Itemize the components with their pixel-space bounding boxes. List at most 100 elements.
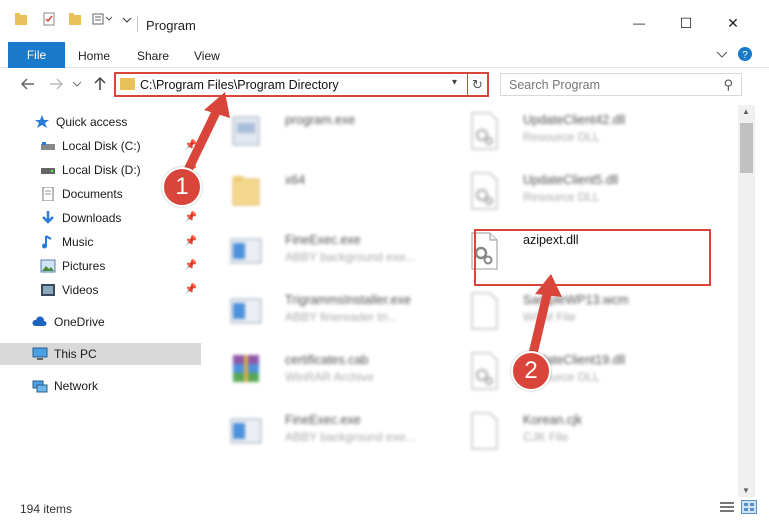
file-description: WCM File: [523, 310, 576, 324]
dll-file-icon: [471, 112, 498, 150]
tab-home[interactable]: Home: [78, 49, 110, 63]
file-description: Resource DLL: [523, 190, 600, 204]
minimize-button[interactable]: —: [624, 13, 654, 33]
file-item[interactable]: FineExec.exe ABBY background exe...: [205, 225, 445, 281]
title-bar: Program — ☐ ✕: [0, 0, 769, 40]
computer-icon: [32, 347, 48, 360]
scroll-up-icon[interactable]: ▲: [742, 107, 750, 116]
forward-arrow-icon[interactable]: [48, 76, 64, 92]
file-description: CJK File: [523, 430, 569, 444]
file-item[interactable]: certificates.cab WinRAR Archive: [205, 345, 445, 401]
search-input[interactable]: Search Program: [509, 78, 600, 92]
scroll-thumb[interactable]: [740, 123, 753, 173]
search-box[interactable]: Search Program ⚲: [500, 73, 742, 96]
pin-icon: 📌: [184, 140, 197, 151]
folder-icon: [232, 176, 260, 206]
address-bar[interactable]: C:\Program Files\Program Directory ▾ ↻: [114, 72, 489, 97]
pin-icon: 📌: [184, 212, 197, 223]
sidebar-item-network[interactable]: Network: [0, 375, 201, 397]
sidebar-item-pictures[interactable]: Pictures 📌: [0, 255, 201, 277]
file-description: WinRAR Archive: [285, 370, 374, 384]
step-badge-1: 1: [162, 167, 202, 207]
sidebar-item-label: Music: [62, 235, 94, 249]
exe-file-icon: [230, 238, 262, 264]
pin-icon: 📌: [184, 236, 197, 247]
svg-text:?: ?: [742, 50, 748, 61]
maximize-button[interactable]: ☐: [671, 13, 701, 33]
ribbon-tabs: File Home Share View ?: [0, 40, 769, 68]
file-description: ABBY background exe...: [285, 430, 416, 444]
file-item[interactable]: UpdateClient5.dll Resource DLL: [443, 165, 683, 221]
cloud-icon: [32, 316, 47, 326]
folder-icon: [120, 78, 135, 90]
new-folder-icon[interactable]: [68, 12, 82, 26]
generic-file-icon: [471, 292, 498, 330]
file-name: x64: [285, 173, 306, 187]
highlight-box: [474, 229, 711, 286]
sidebar-item-label: Local Disk (D:): [62, 163, 141, 177]
sidebar-item-videos[interactable]: Videos 📌: [0, 279, 201, 301]
sidebar-item-label: Network: [54, 379, 99, 393]
pin-icon: 📌: [184, 260, 197, 271]
tab-view[interactable]: View: [194, 49, 220, 63]
sidebar-item-local-disk-c[interactable]: Local Disk (C:) 📌: [0, 135, 201, 157]
exe-file-icon: [232, 116, 260, 146]
up-arrow-icon[interactable]: [92, 76, 108, 92]
customize-toolbar-icon[interactable]: [92, 12, 114, 26]
address-path[interactable]: C:\Program Files\Program Directory: [140, 78, 339, 92]
sidebar-item-this-pc[interactable]: This PC: [0, 343, 201, 365]
videos-icon: [41, 284, 55, 296]
chevron-down-icon[interactable]: ▾: [452, 77, 457, 88]
status-bar: 194 items: [0, 497, 769, 530]
file-item[interactable]: FineExec.exe ABBY background exe...: [205, 405, 445, 461]
file-name: Korean.cjk: [523, 413, 583, 427]
file-item[interactable]: UpdateClient19.dll Resource DLL: [443, 345, 683, 401]
recent-locations-icon[interactable]: [72, 76, 82, 92]
sidebar-item-downloads[interactable]: Downloads 📌: [0, 207, 201, 229]
scroll-down-icon[interactable]: ▼: [742, 486, 750, 495]
file-item[interactable]: UpdateClient42.dll Resource DLL: [443, 105, 683, 161]
exe-file-icon: [230, 418, 262, 444]
folder-icon[interactable]: [14, 12, 28, 26]
sidebar-item-music[interactable]: Music 📌: [0, 231, 201, 253]
file-item[interactable]: TrigrammsInstaller.exe ABBY finereader t…: [205, 285, 445, 341]
file-list: program.exe x64 FineExec.exe ABBY backgr…: [205, 105, 738, 495]
close-button[interactable]: ✕: [718, 13, 748, 33]
expand-ribbon-icon[interactable]: [716, 49, 728, 59]
file-explorer-window: Program — ☐ ✕ File Home Share View ? C:\…: [0, 0, 769, 530]
large-icons-view-icon[interactable]: [741, 500, 757, 514]
file-name: SampleWP13.wcm: [523, 293, 629, 307]
step-badge-2: 2: [511, 351, 551, 391]
file-name: FineExec.exe: [285, 233, 361, 247]
file-name: UpdateClient42.dll: [523, 113, 626, 127]
dll-file-icon: [471, 352, 498, 390]
exe-file-icon: [230, 298, 262, 324]
back-arrow-icon[interactable]: [20, 76, 36, 92]
details-view-icon[interactable]: [719, 500, 735, 514]
tab-share[interactable]: Share: [137, 49, 169, 63]
sidebar-item-label: Local Disk (C:): [62, 139, 141, 153]
search-icon[interactable]: ⚲: [723, 77, 733, 93]
tab-file[interactable]: File: [8, 42, 65, 68]
sidebar-item-label: OneDrive: [54, 315, 105, 329]
file-item[interactable]: program.exe: [205, 105, 445, 161]
vertical-scrollbar[interactable]: ▲ ▼: [738, 105, 755, 497]
file-item[interactable]: x64: [205, 165, 445, 221]
properties-icon[interactable]: [42, 12, 56, 26]
sidebar-item-label: Pictures: [62, 259, 106, 273]
drive-icon: [41, 168, 55, 174]
file-item[interactable]: SampleWP13.wcm WCM File: [443, 285, 683, 341]
item-count: 194 items: [20, 502, 73, 516]
help-icon[interactable]: ?: [737, 46, 753, 62]
sidebar-item-quick-access[interactable]: Quick access: [0, 111, 201, 133]
sidebar-item-label: Downloads: [62, 211, 122, 225]
sidebar-item-label: Videos: [62, 283, 99, 297]
file-name: UpdateClient5.dll: [523, 173, 619, 187]
chevron-down-icon[interactable]: [122, 12, 132, 26]
file-name: program.exe: [285, 113, 356, 127]
sidebar-item-onedrive[interactable]: OneDrive: [0, 311, 201, 333]
file-item[interactable]: Korean.cjk CJK File: [443, 405, 683, 461]
refresh-icon[interactable]: ↻: [467, 72, 487, 97]
file-description: ABBY background exe...: [285, 250, 416, 264]
navigation-pane: Quick access Local Disk (C:) 📌 Local Dis…: [0, 105, 205, 495]
